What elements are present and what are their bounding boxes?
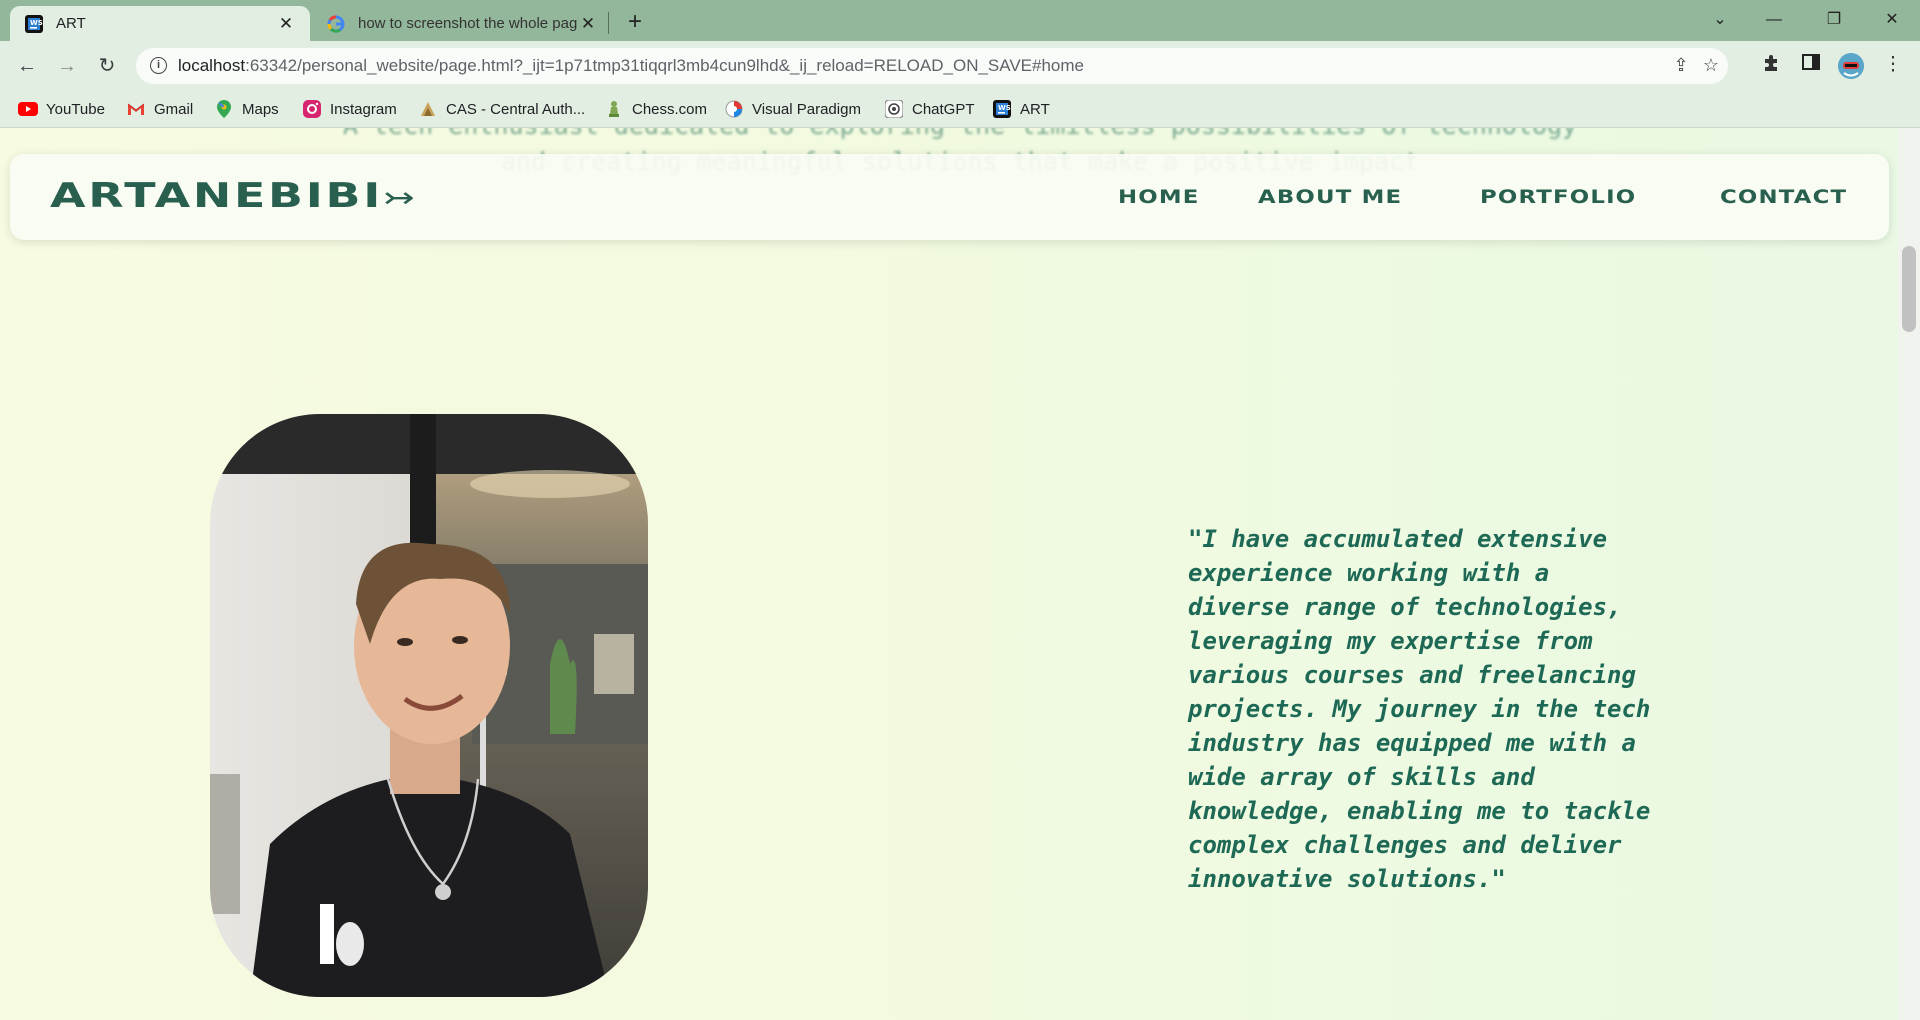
bookmark-label: YouTube <box>46 100 105 118</box>
bookmark-chatgpt[interactable]: ChatGPT <box>884 98 975 120</box>
site-navbar: ARTANEBIBI↣ HOME ABOUT ME PORTFOLIO CONT… <box>10 154 1889 240</box>
bookmark-label: CAS - Central Auth... <box>446 100 586 118</box>
tab-google-search[interactable]: how to screenshot the whole pag ✕ <box>312 6 612 41</box>
bookmark-label: ChatGPT <box>912 100 975 118</box>
url-text[interactable]: localhost:63342/personal_website/page.ht… <box>178 56 1084 76</box>
nav-contact[interactable]: CONTACT <box>1720 186 1847 208</box>
url-path: :63342/personal_website/page.html?_ijt=1… <box>245 56 1084 75</box>
chatgpt-icon <box>884 100 904 118</box>
restore-button[interactable]: ❐ <box>1808 0 1860 41</box>
reload-icon[interactable]: ↻ <box>92 51 122 81</box>
logo-text: ARTANEBIBI <box>50 176 383 216</box>
profile-photo <box>210 414 648 997</box>
about-quote: "I have accumulated extensive experience… <box>1188 525 1651 893</box>
nav-portfolio[interactable]: PORTFOLIO <box>1480 186 1636 208</box>
minimize-button[interactable]: — <box>1748 0 1800 41</box>
maps-icon <box>214 100 234 118</box>
logo-arrow-icon: ↣ <box>382 181 418 214</box>
share-icon[interactable]: ⇪ <box>1670 55 1692 77</box>
address-bar[interactable]: i localhost:63342/personal_website/page.… <box>136 48 1728 84</box>
instagram-icon <box>302 100 322 118</box>
close-window-button[interactable]: ✕ <box>1866 0 1918 41</box>
bookmark-chess[interactable]: Chess.com <box>604 98 707 120</box>
side-panel-icon[interactable] <box>1798 53 1824 79</box>
visual-paradigm-icon <box>724 100 744 118</box>
tab-title: ART <box>56 15 86 32</box>
tab-title: how to screenshot the whole pag <box>358 15 578 32</box>
site-info-icon[interactable]: i <box>150 57 167 74</box>
bookmark-visual-paradigm[interactable]: Visual Paradigm <box>724 98 861 120</box>
chess-icon <box>604 100 624 118</box>
intellij-icon: WS <box>24 14 44 34</box>
bookmark-label: Gmail <box>154 100 194 118</box>
bookmark-cas[interactable]: CAS - Central Auth... <box>418 98 585 120</box>
page-scrollbar[interactable] <box>1898 128 1920 1020</box>
bookmark-star-icon[interactable]: ☆ <box>1700 55 1722 77</box>
bookmark-label: Maps <box>242 100 279 118</box>
tab-close-icon[interactable]: ✕ <box>276 14 296 34</box>
youtube-icon <box>18 100 38 118</box>
bookmark-label: Visual Paradigm <box>752 100 861 118</box>
bookmark-instagram[interactable]: Instagram <box>302 98 397 120</box>
hero-tagline-line: A tech enthusiast dedicated to exploring… <box>330 128 1590 144</box>
bookmark-gmail[interactable]: Gmail <box>126 98 193 120</box>
tab-separator <box>608 12 609 34</box>
menu-icon[interactable]: ⋮ <box>1880 53 1906 79</box>
bookmarks-bar: YouTube Gmail Maps Instagram CAS - Centr… <box>0 90 1920 128</box>
browser-toolbar: ← → ↻ i localhost:63342/personal_website… <box>0 41 1920 90</box>
bookmark-label: ART <box>1020 100 1050 118</box>
tab-art[interactable]: WS ART ✕ <box>10 6 310 41</box>
profile-avatar[interactable] <box>1838 53 1864 79</box>
svg-text:WS: WS <box>30 19 43 27</box>
google-icon <box>326 14 346 34</box>
nav-home[interactable]: HOME <box>1118 186 1200 208</box>
bookmark-maps[interactable]: Maps <box>214 98 279 120</box>
forward-icon[interactable]: → <box>52 51 82 81</box>
gmail-icon <box>126 100 146 118</box>
site-logo[interactable]: ARTANEBIBI↣ <box>50 176 417 216</box>
bookmark-label: Instagram <box>330 100 397 118</box>
scrollbar-thumb[interactable] <box>1902 246 1916 332</box>
nav-about-me[interactable]: ABOUT ME <box>1258 186 1402 208</box>
extensions-icon[interactable] <box>1758 53 1784 79</box>
bookmark-label: Chess.com <box>632 100 708 118</box>
tab-strip: WS ART ✕ how to screenshot the whole pag… <box>0 0 1920 41</box>
tab-search-icon[interactable]: ⌄ <box>1694 0 1746 41</box>
svg-text:WS: WS <box>998 104 1011 112</box>
bookmark-art[interactable]: WS ART <box>992 98 1050 120</box>
back-icon[interactable]: ← <box>12 51 42 81</box>
bookmark-youtube[interactable]: YouTube <box>18 98 105 120</box>
intellij-icon: WS <box>992 100 1012 118</box>
tab-close-icon[interactable]: ✕ <box>578 14 598 34</box>
url-host: localhost <box>178 56 246 75</box>
page-viewport: A tech enthusiast dedicated to exploring… <box>0 128 1920 1020</box>
new-tab-button[interactable]: + <box>620 8 650 36</box>
cas-icon <box>418 100 438 118</box>
